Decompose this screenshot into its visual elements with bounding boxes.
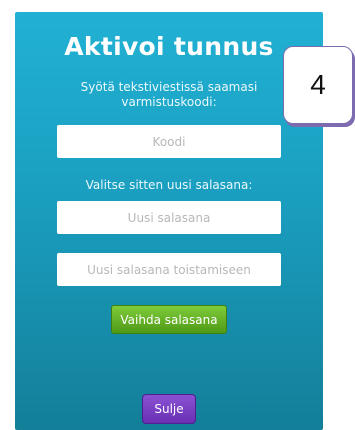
close-button[interactable]: Sulje: [142, 394, 196, 424]
verification-code-input[interactable]: [57, 125, 281, 158]
activate-account-dialog: Aktivoi tunnus Syötä tekstiviestissä saa…: [15, 12, 323, 430]
new-password-input[interactable]: [57, 201, 281, 234]
new-password-heading: Valitse sitten uusi salasana:: [85, 178, 253, 192]
instruction-line-2: varmistuskoodi:: [121, 95, 217, 109]
repeat-password-input[interactable]: [57, 253, 281, 286]
change-password-button[interactable]: Vaihda salasana: [111, 305, 227, 334]
instruction-text: Syötä tekstiviestissä saamasi varmistusk…: [15, 80, 323, 110]
screen: Aktivoi tunnus Syötä tekstiviestissä saa…: [0, 0, 355, 430]
step-number-badge: 4: [283, 46, 353, 124]
instruction-line-1: Syötä tekstiviestissä saamasi: [80, 80, 258, 94]
dialog-title: Aktivoi tunnus: [64, 32, 274, 61]
